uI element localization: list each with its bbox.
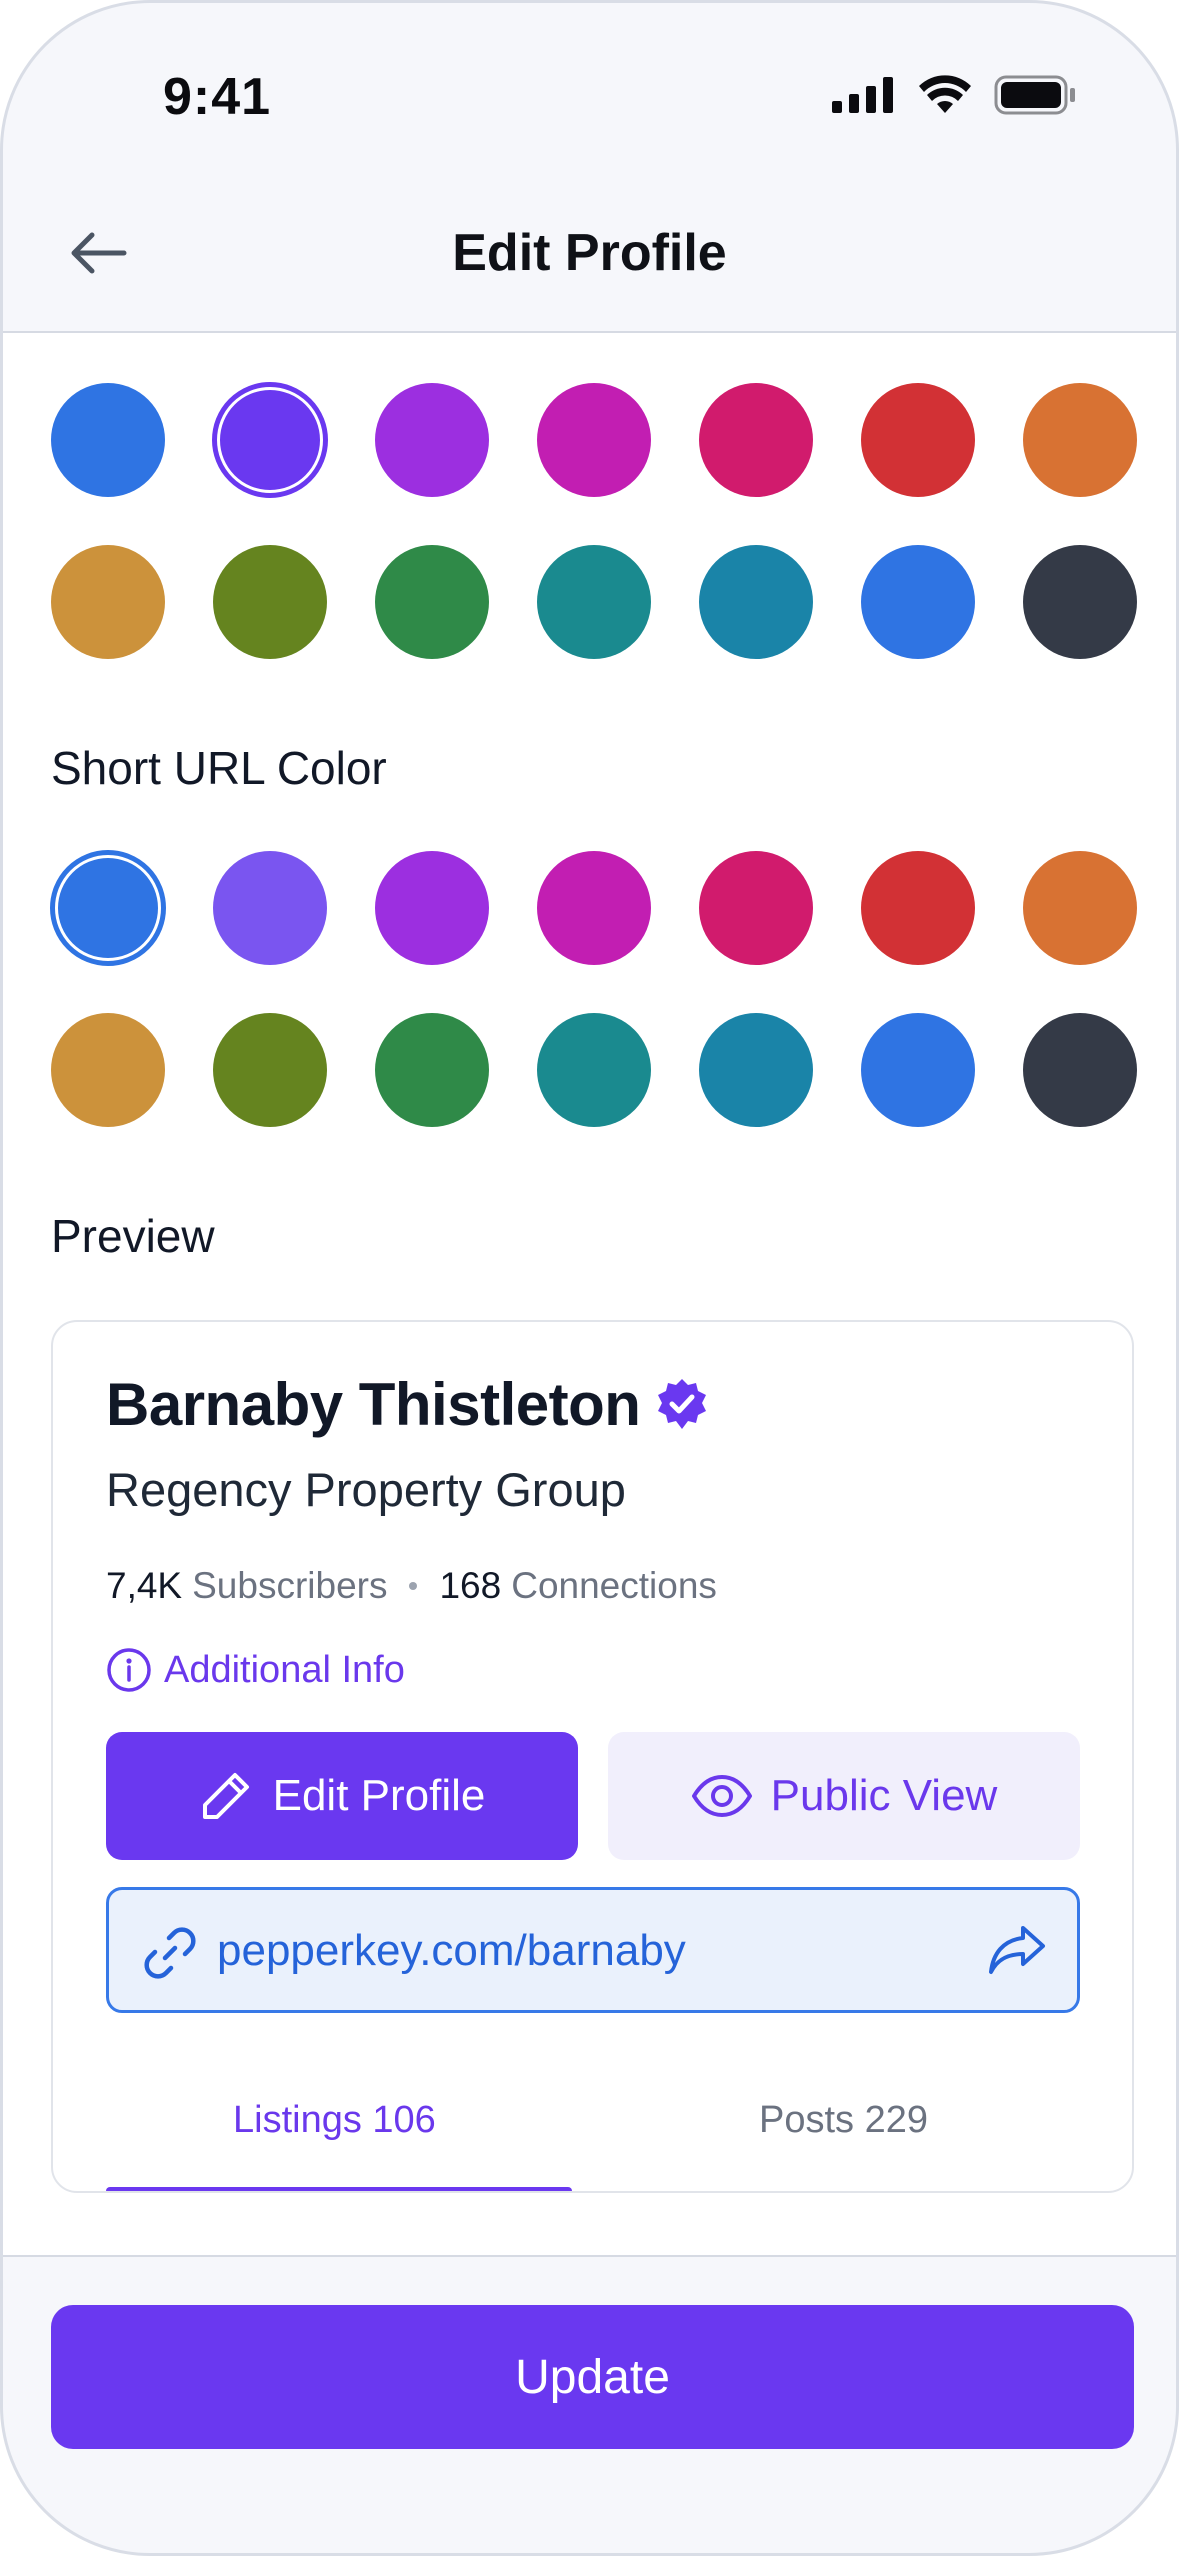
- additional-info-link[interactable]: Additional Info: [106, 1647, 405, 1693]
- short-url-text: pepperkey.com/barnaby: [217, 1926, 686, 1975]
- profile-stats: 7,4K Subscribers 168 Connections: [106, 1565, 717, 1607]
- color-swatch[interactable]: [699, 851, 813, 965]
- phone-frame: 9:41 Edit Profile Short URL Color Previe…: [0, 0, 1179, 2556]
- color-swatch[interactable]: [537, 545, 651, 659]
- tab-listings[interactable]: Listings 106: [233, 2099, 436, 2142]
- color-swatch[interactable]: [537, 383, 651, 497]
- color-swatch[interactable]: [699, 1013, 813, 1127]
- color-swatch[interactable]: [861, 383, 975, 497]
- profile-preview-card: Barnaby Thistleton Regency Property Grou…: [51, 1320, 1134, 2193]
- page-title: Edit Profile: [452, 224, 727, 282]
- color-swatch[interactable]: [50, 850, 166, 966]
- color-swatch[interactable]: [51, 1013, 165, 1127]
- verified-badge-icon: [658, 1378, 707, 1429]
- color-swatch[interactable]: [212, 382, 328, 498]
- tab-posts[interactable]: Posts 229: [759, 2099, 928, 2142]
- color-swatch[interactable]: [1023, 545, 1137, 659]
- color-swatch[interactable]: [1023, 851, 1137, 965]
- color-swatch[interactable]: [375, 1013, 489, 1127]
- short-url-color-label: Short URL Color: [51, 742, 387, 794]
- color-swatch[interactable]: [861, 545, 975, 659]
- edit-profile-button[interactable]: Edit Profile: [106, 1732, 578, 1860]
- status-time: 9:41: [163, 68, 272, 126]
- color-swatch[interactable]: [1023, 1013, 1137, 1127]
- share-icon[interactable]: [987, 1922, 1047, 1978]
- color-swatch[interactable]: [51, 383, 165, 497]
- color-swatch[interactable]: [213, 851, 327, 965]
- wifi-icon: [919, 75, 971, 113]
- eye-icon: [691, 1775, 752, 1817]
- pencil-icon: [202, 1773, 249, 1819]
- active-tab-indicator: [106, 2187, 572, 2191]
- color-swatch[interactable]: [537, 851, 651, 965]
- bottom-divider: [3, 2255, 1176, 2257]
- public-view-button[interactable]: Public View: [608, 1732, 1080, 1860]
- connections-count: 168: [439, 1565, 502, 1606]
- color-swatch[interactable]: [537, 1013, 651, 1127]
- battery-icon: [994, 75, 1075, 115]
- color-swatch[interactable]: [375, 383, 489, 497]
- color-swatch[interactable]: [1023, 383, 1137, 497]
- color-swatch[interactable]: [861, 851, 975, 965]
- color-swatch[interactable]: [861, 1013, 975, 1127]
- cellular-signal-icon: [832, 77, 893, 113]
- name-row: Barnaby Thistleton: [106, 1370, 710, 1439]
- subscribers-label: Subscribers: [192, 1565, 388, 1606]
- color-swatch[interactable]: [375, 545, 489, 659]
- status-bar: 9:41: [3, 3, 1176, 193]
- short-url-box[interactable]: pepperkey.com/barnaby: [106, 1887, 1080, 2013]
- color-swatch[interactable]: [699, 545, 813, 659]
- edit-profile-label: Edit Profile: [272, 1771, 486, 1820]
- preview-label: Preview: [51, 1210, 215, 1262]
- content-area: Short URL Color Preview Barnaby Thistlet…: [3, 333, 1176, 2255]
- header: Edit Profile: [3, 193, 1176, 333]
- link-icon: [144, 1927, 196, 1979]
- profile-company: Regency Property Group: [106, 1463, 626, 1516]
- color-swatch[interactable]: [51, 545, 165, 659]
- status-icons: [832, 75, 1076, 115]
- color-swatch[interactable]: [699, 383, 813, 497]
- color-swatch[interactable]: [375, 851, 489, 965]
- profile-name: Barnaby Thistleton: [106, 1371, 641, 1438]
- additional-info-label: Additional Info: [164, 1648, 405, 1691]
- update-button[interactable]: Update: [51, 2305, 1134, 2449]
- connections-label: Connections: [511, 1565, 717, 1606]
- info-icon: [107, 1648, 151, 1692]
- stats-separator-dot: [409, 1582, 418, 1590]
- subscribers-count: 7,4K: [106, 1565, 183, 1606]
- color-swatch[interactable]: [213, 545, 327, 659]
- color-swatch[interactable]: [213, 1013, 327, 1127]
- public-view-label: Public View: [770, 1771, 998, 1820]
